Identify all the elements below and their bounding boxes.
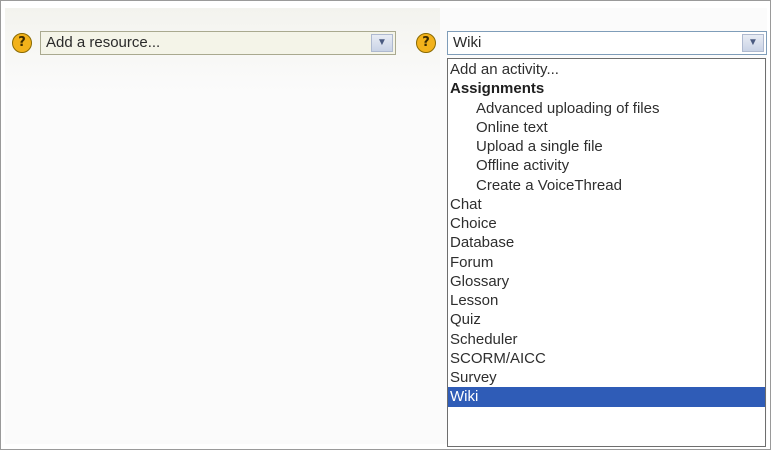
dropdown-option-lesson[interactable]: Lesson xyxy=(448,291,765,310)
chevron-down-icon[interactable]: ▼ xyxy=(742,34,764,52)
dropdown-option-chat[interactable]: Chat xyxy=(448,195,765,214)
dropdown-option-glossary[interactable]: Glossary xyxy=(448,272,765,291)
dropdown-group-assignments: Assignments xyxy=(450,80,545,98)
dropdown-option-database[interactable]: Database xyxy=(448,233,765,252)
dropdown-option-choice[interactable]: Choice xyxy=(448,214,765,233)
dropdown-option-advanced-uploading[interactable]: Advanced uploading of files xyxy=(448,99,765,118)
add-resource-select[interactable]: Add a resource... ▼ xyxy=(40,31,396,55)
add-resource-select-value: Add a resource... xyxy=(46,34,161,51)
chevron-down-icon[interactable]: ▼ xyxy=(371,34,393,52)
dropdown-option-forum[interactable]: Forum xyxy=(448,253,765,272)
help-icon[interactable]: ? xyxy=(416,33,436,53)
help-icon[interactable]: ? xyxy=(12,33,32,53)
dropdown-option-survey[interactable]: Survey xyxy=(448,368,765,387)
dropdown-option-wiki[interactable]: Wiki xyxy=(448,387,765,407)
dropdown-option-scorm-aicc[interactable]: SCORM/AICC xyxy=(448,349,765,368)
dropdown-option-offline-activity[interactable]: Offline activity xyxy=(448,156,765,175)
dropdown-option-add-activity[interactable]: Add an activity... xyxy=(448,60,765,79)
dropdown-option-online-text[interactable]: Online text xyxy=(448,118,765,137)
dropdown-option-upload-single-file[interactable]: Upload a single file xyxy=(448,137,765,156)
add-activity-select-value: Wiki xyxy=(453,34,482,51)
dropdown-option-scheduler[interactable]: Scheduler xyxy=(448,330,765,349)
activity-dropdown-list: Add an activity... Assignments Advanced … xyxy=(447,58,766,447)
dropdown-option-quiz[interactable]: Quiz xyxy=(448,310,765,329)
add-activity-select[interactable]: Wiki ▼ xyxy=(447,31,767,55)
dropdown-option-create-voicethread[interactable]: Create a VoiceThread xyxy=(448,176,765,195)
